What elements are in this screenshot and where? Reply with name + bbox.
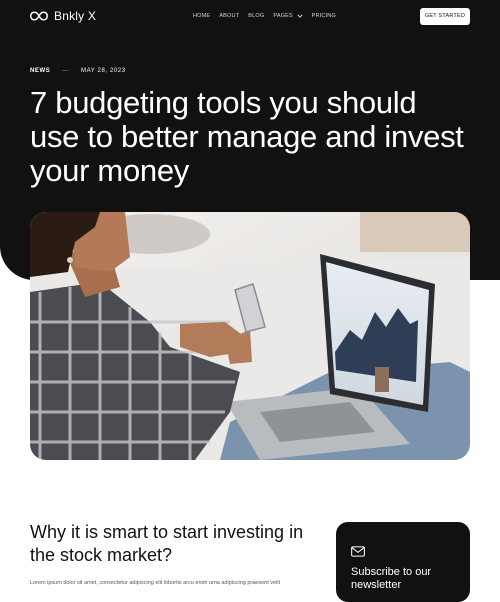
nav-pricing[interactable]: PRICING	[312, 13, 336, 19]
article-body-text: Lorem ipsum dolor sit amet, consectetur …	[30, 579, 281, 586]
brand-logo-link[interactable]: Bnkly X	[30, 9, 96, 23]
mail-icon	[351, 546, 365, 557]
nav-links: HOME ABOUT BLOG PAGES PRICING	[193, 13, 336, 19]
woman-with-phone-and-laptop-photo	[30, 212, 470, 460]
nav-pages-label: PAGES	[273, 13, 293, 19]
hero-image	[30, 212, 470, 460]
meta-separator: —	[62, 68, 70, 74]
get-started-button[interactable]: GET STARTED	[420, 8, 470, 25]
article-meta: NEWS — MAY 28, 2023	[30, 68, 126, 74]
newsletter-title: Subscribe to our newsletter	[351, 566, 432, 591]
nav-blog[interactable]: BLOG	[248, 13, 264, 19]
nav-about[interactable]: ABOUT	[219, 13, 239, 19]
section-heading: Why it is smart to start investing in th…	[30, 522, 304, 565]
article-title: 7 budgeting tools you should use to bett…	[30, 85, 464, 188]
infinity-logo-icon	[30, 11, 48, 21]
article-date: MAY 28, 2023	[81, 68, 126, 74]
chevron-down-icon	[297, 14, 303, 18]
newsletter-card: Subscribe to our newsletter	[336, 522, 470, 602]
nav-home[interactable]: HOME	[193, 13, 210, 19]
brand-name: Bnkly X	[54, 9, 97, 23]
nav-pages-dropdown[interactable]: PAGES	[273, 13, 303, 19]
top-navigation: Bnkly X HOME ABOUT BLOG PAGES PRICING GE…	[0, 0, 500, 34]
article-category[interactable]: NEWS	[30, 68, 50, 74]
